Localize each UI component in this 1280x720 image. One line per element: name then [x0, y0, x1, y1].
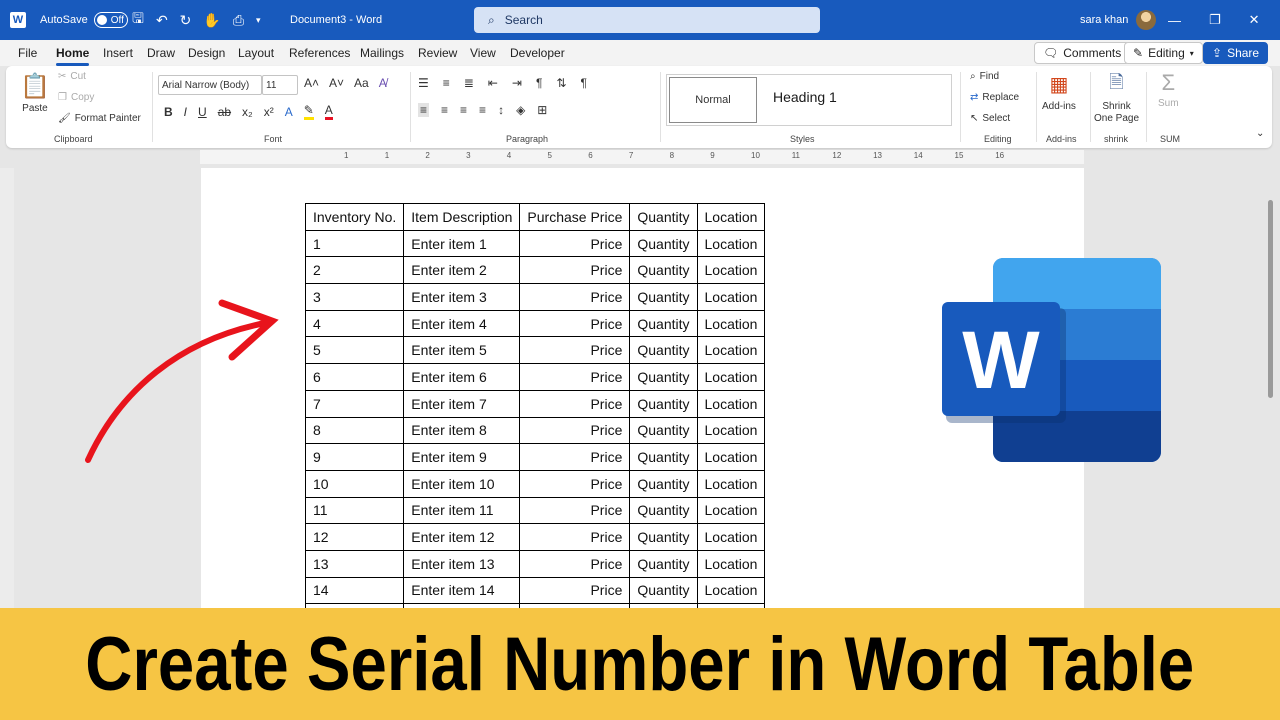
table-cell[interactable]: 10 [304, 469, 405, 498]
table-cell[interactable]: Enter item 8 [403, 416, 521, 445]
table-row: 6 Enter item 6 Price Quantity Location [304, 363, 766, 391]
inventory-table[interactable]: Inventory No. Item Description Purchase Pr… [304, 203, 766, 608]
table-cell[interactable]: Price [519, 469, 631, 498]
table-cell[interactable]: Quantity [629, 523, 698, 551]
red-arrow [85, 299, 279, 463]
table-cell[interactable]: Quantity [629, 336, 698, 365]
table-cell[interactable]: Enter item 12 [403, 523, 521, 551]
table-row: 11 Enter item 11 Price Quantity Location [304, 496, 766, 525]
table-cell[interactable]: Enter item 2 [403, 256, 521, 285]
table-row: 2 Enter item 2 Price Quantity Location [304, 256, 766, 285]
table-row: 8 Enter item 8 Price Quantity Location [304, 416, 766, 445]
table-cell[interactable]: Quantity [629, 496, 698, 525]
table-cell[interactable]: Quantity [629, 469, 698, 498]
table-cell[interactable]: 2 [304, 256, 405, 285]
table-cell[interactable]: 12 [304, 523, 405, 551]
table-row: 14 Enter item 14 Price Quantity Location [304, 576, 766, 605]
table-cell[interactable]: Price [519, 576, 631, 605]
table-cell[interactable]: Location [696, 363, 766, 391]
table-cell[interactable]: Price [519, 283, 631, 311]
table-cell[interactable]: Location [696, 416, 766, 445]
table-header-cell[interactable]: Purchase Price [519, 203, 631, 231]
table-cell[interactable]: Quantity [629, 549, 698, 578]
table-row: 5 Enter item 5 Price Quantity Location [304, 336, 766, 365]
table-cell[interactable]: Quantity [629, 229, 698, 258]
table-cell[interactable]: Enter item 6 [403, 363, 521, 391]
table-cell[interactable]: Enter item 14 [403, 576, 521, 605]
table-cell[interactable]: Location [696, 229, 766, 258]
table-cell[interactable]: Quantity [629, 416, 698, 445]
table-cell[interactable]: 9 [304, 443, 405, 471]
table-row: 3 Enter item 3 Price Quantity Location [304, 283, 766, 311]
table-cell[interactable]: Location [696, 336, 766, 365]
table-cell[interactable]: Location [696, 576, 766, 605]
table-cell[interactable]: 7 [304, 389, 405, 418]
table-header-cell[interactable]: Location [696, 203, 766, 231]
table-row: 13 Enter item 13 Price Quantity Location [304, 549, 766, 578]
table-cell[interactable]: 11 [304, 496, 405, 525]
vertical-scrollbar[interactable] [1268, 200, 1273, 398]
table-cell[interactable]: 3 [304, 283, 405, 311]
table-cell[interactable]: Price [519, 309, 631, 338]
word-logo-letter: W [962, 315, 1040, 406]
table-cell[interactable]: Enter item 5 [403, 336, 521, 365]
table-cell[interactable]: 5 [304, 336, 405, 365]
table-cell[interactable]: Location [696, 523, 766, 551]
table-header-cell[interactable]: Quantity [629, 203, 698, 231]
table-cell[interactable]: Enter item 4 [403, 309, 521, 338]
table-cell[interactable]: Price [519, 256, 631, 285]
table-cell[interactable]: Enter item 3 [403, 283, 521, 311]
table-cell[interactable]: Location [696, 256, 766, 285]
table-row: 1 Enter item 1 Price Quantity Location [304, 229, 766, 258]
table-cell[interactable]: Price [519, 363, 631, 391]
table-row: 4 Enter item 4 Price Quantity Location [304, 309, 766, 338]
table-cell[interactable]: 13 [304, 549, 405, 578]
table-cell[interactable]: Price [519, 389, 631, 418]
table-cell[interactable]: Location [696, 389, 766, 418]
table-cell[interactable]: Quantity [629, 309, 698, 338]
table-cell[interactable]: Price [519, 549, 631, 578]
table-cell[interactable]: Location [696, 309, 766, 338]
table-cell[interactable]: Location [696, 443, 766, 471]
table-cell[interactable]: Quantity [629, 389, 698, 418]
title-banner: Create Serial Number in Word Table [0, 608, 1280, 720]
table-cell[interactable]: 8 [304, 416, 405, 445]
table-row: 12 Enter item 12 Price Quantity Location [304, 523, 766, 551]
table-cell[interactable]: Quantity [629, 576, 698, 605]
table-cell[interactable]: Enter item 7 [403, 389, 521, 418]
table-cell[interactable]: Quantity [629, 283, 698, 311]
table-cell[interactable]: Enter item 10 [403, 469, 521, 498]
table-cell[interactable]: 14 [304, 576, 405, 605]
table-row: 10 Enter item 10 Price Quantity Location [304, 469, 766, 498]
table-cell[interactable]: Location [696, 549, 766, 578]
table-cell[interactable]: Price [519, 229, 631, 258]
table-cell[interactable]: Quantity [629, 363, 698, 391]
table-cell[interactable]: Price [519, 443, 631, 471]
table-cell[interactable]: 1 [304, 229, 405, 258]
table-cell[interactable]: Location [696, 283, 766, 311]
table-cell[interactable]: Enter item 11 [403, 496, 521, 525]
table-cell[interactable]: 6 [304, 363, 405, 391]
table-cell[interactable]: Location [696, 496, 766, 525]
word-logo: W [942, 258, 1161, 462]
table-cell[interactable]: Quantity [629, 256, 698, 285]
table-cell[interactable]: 4 [304, 309, 405, 338]
banner-title: Create Serial Number in Word Table [85, 621, 1195, 707]
table-cell[interactable]: Enter item 1 [403, 229, 521, 258]
table-row: 7 Enter item 7 Price Quantity Location [304, 389, 766, 418]
table-cell[interactable]: Price [519, 496, 631, 525]
table-cell[interactable]: Enter item 9 [403, 443, 521, 471]
table-cell[interactable]: Price [519, 416, 631, 445]
table-cell[interactable]: Enter item 13 [403, 549, 521, 578]
table-cell[interactable]: Quantity [629, 443, 698, 471]
table-header-cell[interactable]: Inventory No. [304, 203, 405, 231]
table-cell[interactable]: Location [696, 469, 766, 498]
table-row: 9 Enter item 9 Price Quantity Location [304, 443, 766, 471]
table-cell[interactable]: Price [519, 336, 631, 365]
table-header-cell[interactable]: Item Description [403, 203, 521, 231]
table-cell[interactable]: Price [519, 523, 631, 551]
